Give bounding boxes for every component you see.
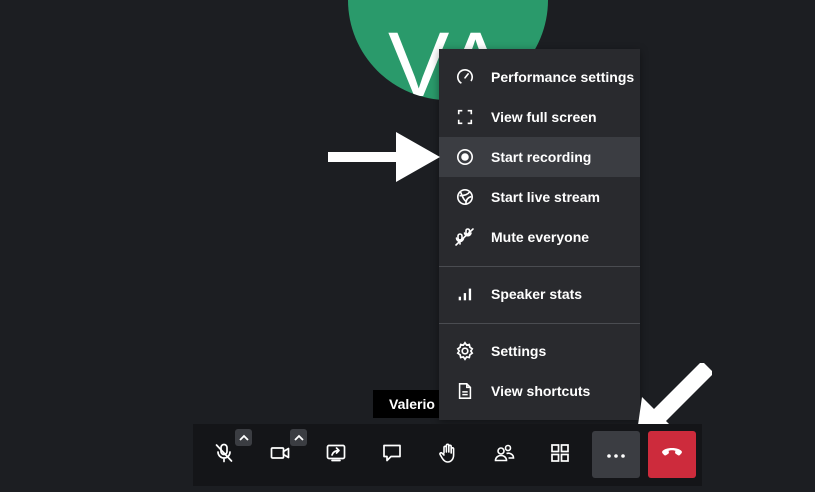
menu-item-start-recording[interactable]: Start recording	[439, 137, 640, 177]
gauge-icon	[455, 67, 475, 87]
live-stream-icon	[455, 187, 475, 207]
menu-item-label: View full screen	[491, 109, 597, 125]
tile-view-button[interactable]	[538, 433, 582, 477]
more-actions-button[interactable]	[592, 431, 640, 478]
chat-icon	[381, 442, 403, 469]
menu-item-speaker-stats[interactable]: Speaker stats	[439, 274, 640, 314]
camera-options-caret[interactable]	[290, 429, 307, 446]
raise-hand-icon	[437, 442, 459, 469]
menu-item-label: Start live stream	[491, 189, 600, 205]
document-icon	[455, 381, 475, 401]
gear-icon	[455, 341, 475, 361]
menu-item-label: View shortcuts	[491, 383, 591, 399]
menu-item-label: Start recording	[491, 149, 592, 165]
camera-icon	[269, 442, 291, 469]
more-actions-menu: Performance settings View full screen St…	[439, 49, 640, 420]
menu-item-view-full-screen[interactable]: View full screen	[439, 97, 640, 137]
menu-item-start-live-stream[interactable]: Start live stream	[439, 177, 640, 217]
menu-divider	[439, 266, 640, 267]
menu-item-label: Performance settings	[491, 69, 635, 85]
menu-item-label: Speaker stats	[491, 286, 583, 302]
menu-item-mute-everyone[interactable]: Mute everyone	[439, 217, 640, 257]
bar-chart-icon	[455, 284, 475, 304]
annotation-arrow-right	[328, 132, 440, 182]
participants-icon	[493, 442, 515, 469]
hangup-button[interactable]	[648, 431, 696, 478]
raise-hand-button[interactable]	[426, 433, 470, 477]
menu-item-settings[interactable]: Settings	[439, 331, 640, 371]
menu-item-view-shortcuts[interactable]: View shortcuts	[439, 371, 640, 411]
more-icon	[606, 446, 626, 464]
share-screen-icon	[325, 442, 347, 469]
menu-item-label: Mute everyone	[491, 229, 590, 245]
menu-item-performance-settings[interactable]: Performance settings	[439, 57, 640, 97]
record-icon	[455, 147, 475, 167]
participants-button[interactable]	[482, 433, 526, 477]
share-screen-button[interactable]	[314, 433, 358, 477]
chevron-up-icon	[293, 434, 304, 441]
chat-button[interactable]	[370, 433, 414, 477]
mute-everyone-icon	[455, 227, 475, 247]
fullscreen-icon	[455, 107, 475, 127]
hangup-icon	[660, 445, 684, 464]
microphone-options-caret[interactable]	[235, 429, 252, 446]
menu-divider	[439, 323, 640, 324]
meeting-toolbar	[193, 424, 702, 486]
microphone-muted-icon	[213, 442, 235, 469]
tile-view-icon	[549, 442, 571, 469]
menu-item-label: Settings	[491, 343, 547, 359]
chevron-up-icon	[238, 434, 249, 441]
